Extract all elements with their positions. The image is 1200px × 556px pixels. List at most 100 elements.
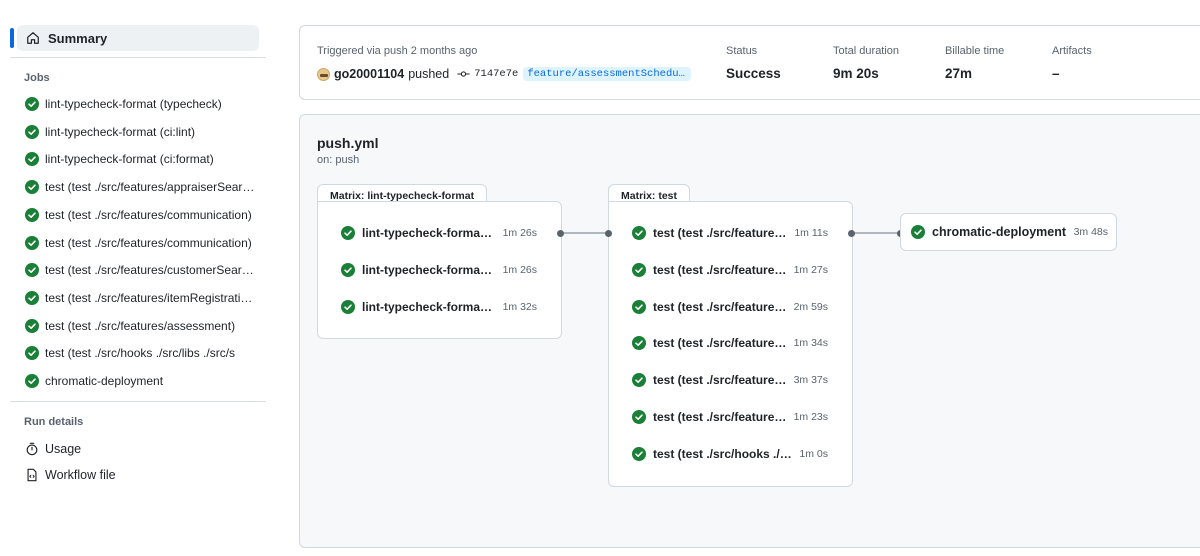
check-circle-icon [632,262,646,277]
check-circle-icon [25,152,39,167]
job-node[interactable]: test (test ./src/features/communication)… [632,296,828,318]
status-value: Success [726,66,781,81]
sidebar-job-label: test (test ./src/features/appraiserSearc… [45,180,255,195]
sidebar-job-label: test (test ./src/features/communication) [45,235,252,250]
status-stat: Status Success [726,45,781,81]
sidebar-job-item[interactable]: lint-typecheck-format (ci:lint) [17,121,263,143]
job-duration: 3m 48s [1073,226,1108,238]
jobs-heading: Jobs [24,72,50,84]
check-circle-icon [25,207,39,222]
sidebar-job-item[interactable]: test (test ./src/features/assessment) [17,315,263,337]
divider [10,401,266,402]
edge-handle [605,230,612,237]
job-name: test (test ./src/features/assessment) [653,410,788,424]
job-name: lint-typecheck-format (typecheck) [362,226,496,240]
branch-badge[interactable]: feature/assessmentScheduling [523,67,692,81]
check-circle-icon [632,373,646,388]
sidebar-job-label: lint-typecheck-format (ci:format) [45,152,214,167]
sidebar-job-item[interactable]: test (test ./src/features/communication) [17,204,263,226]
sidebar-job-label: test (test ./src/features/assessment) [45,318,236,333]
sidebar-item-usage[interactable]: Usage [17,438,217,460]
job-node[interactable]: test (test ./src/features/appraiserSearc… [632,222,828,244]
job-node[interactable]: test (test ./src/features/itemRegistrati… [632,369,828,391]
job-name: test (test ./src/features/customerSearch… [653,336,788,351]
edge-handle [557,230,564,237]
sidebar-job-item[interactable]: test (test ./src/features/communication) [17,232,263,254]
workflow-graph: push.yml on: push Matrix: lint-typecheck… [299,114,1200,548]
check-circle-icon [25,97,39,111]
job-duration: 1m 26s [502,227,537,239]
sidebar-job-label: test (test ./src/features/itemRegistrati… [45,290,255,305]
check-circle-icon [25,374,39,388]
job-duration: 2m 59s [793,300,828,313]
sidebar-job-item[interactable]: test (test ./src/features/customerSearch… [17,259,263,281]
billable-label: Billable time [945,45,1005,57]
sidebar-job-item[interactable]: lint-typecheck-format (typecheck) [17,93,263,115]
job-name: test (test ./src/features/appraiserSearc… [653,226,788,240]
job-node-chromatic-deployment[interactable]: chromatic-deployment 3m 48s [900,213,1117,251]
sidebar-job-label: test (test ./src/hooks ./src/libs ./src/… [45,346,236,361]
workflow-trigger: on: push [317,154,360,166]
job-duration: 1m 23s [793,411,828,423]
artifacts-label: Artifacts [1052,45,1092,57]
sidebar-job-label: test (test ./src/features/customerSearch… [45,263,255,278]
artifacts-value: – [1052,66,1060,81]
sidebar-job-item[interactable]: chromatic-deployment [17,370,263,392]
sidebar-job-label: lint-typecheck-format (typecheck) [45,97,222,111]
check-circle-icon [911,225,925,239]
graph-edge [562,232,608,234]
check-circle-icon [341,226,355,240]
check-circle-icon [25,124,39,139]
check-circle-icon [25,318,39,333]
actor-link[interactable]: go20001104 [334,67,404,81]
sidebar-item-label: Usage [45,442,82,456]
check-circle-icon [632,410,646,424]
check-circle-icon [632,226,646,240]
check-circle-icon [25,263,39,278]
git-commit-icon [457,69,470,79]
job-name: test (test ./src/features/communication) [653,299,788,314]
job-node[interactable]: test (test ./src/features/communication)… [632,259,828,281]
matrix-lint-group: lint-typecheck-format (typecheck)1m 26sl… [317,201,562,339]
divider [10,57,266,58]
check-circle-icon [25,180,39,195]
billable-stat: Billable time 27m [945,45,1004,81]
job-duration: 1m 34s [793,337,828,350]
job-node[interactable]: lint-typecheck-format (ci:format) 1m 32s [341,296,537,318]
sidebar-job-item[interactable]: test (test ./src/features/appraiserSearc… [17,176,263,198]
job-node[interactable]: lint-typecheck-format (typecheck) 1m 26s [341,222,537,244]
action-text: pushed [408,67,450,81]
billable-value[interactable]: 27m [945,66,1004,81]
matrix-test-group: test (test ./src/features/appraiserSearc… [608,201,853,487]
run-summary-card: Triggered via push 2 months ago go200011… [299,25,1200,100]
job-name: test (test ./src/hooks ./src/libs ./src/… [653,446,793,461]
sidebar-job-item[interactable]: test (test ./src/features/itemRegistrati… [17,287,263,309]
job-node[interactable]: test (test ./src/features/customerSearch… [632,332,828,354]
duration-stat: Total duration 9m 20s [833,45,899,81]
graph-edge [853,232,900,234]
avatar[interactable] [317,67,330,81]
workflow-name: push.yml [317,135,379,151]
job-node[interactable]: chromatic-deployment 3m 48s [911,221,1108,243]
sidebar-job-label: lint-typecheck-format (ci:lint) [45,124,196,139]
job-duration: 1m 27s [793,263,828,276]
sidebar-job-item[interactable]: lint-typecheck-format (ci:format) [17,148,263,170]
home-icon [26,31,40,45]
trigger-text: Triggered via push 2 months ago [317,45,478,57]
commit-sha-link[interactable]: 7147e7e [474,68,518,80]
job-node[interactable]: lint-typecheck-format (ci:lint) 1m 26s [341,259,537,281]
check-circle-icon [632,299,646,314]
status-label: Status [726,45,758,57]
sidebar-item-summary[interactable]: Summary [17,25,259,51]
job-node[interactable]: test (test ./src/features/assessment) 1m … [632,406,828,428]
edge-handle [848,230,855,237]
sidebar-item-workflow-file[interactable]: Workflow file [17,464,217,486]
job-node[interactable]: test (test ./src/hooks ./src/libs ./src/… [632,443,828,465]
check-circle-icon [341,262,355,277]
job-name: test (test ./src/features/itemRegistrati… [653,373,788,388]
job-name: lint-typecheck-format (ci:format) [362,299,496,314]
sidebar-job-item[interactable]: test (test ./src/hooks ./src/libs ./src/… [17,342,263,364]
sidebar-job-label: test (test ./src/features/communication) [45,207,252,222]
duration-label: Total duration [833,45,900,57]
duration-value: 9m 20s [833,66,879,81]
